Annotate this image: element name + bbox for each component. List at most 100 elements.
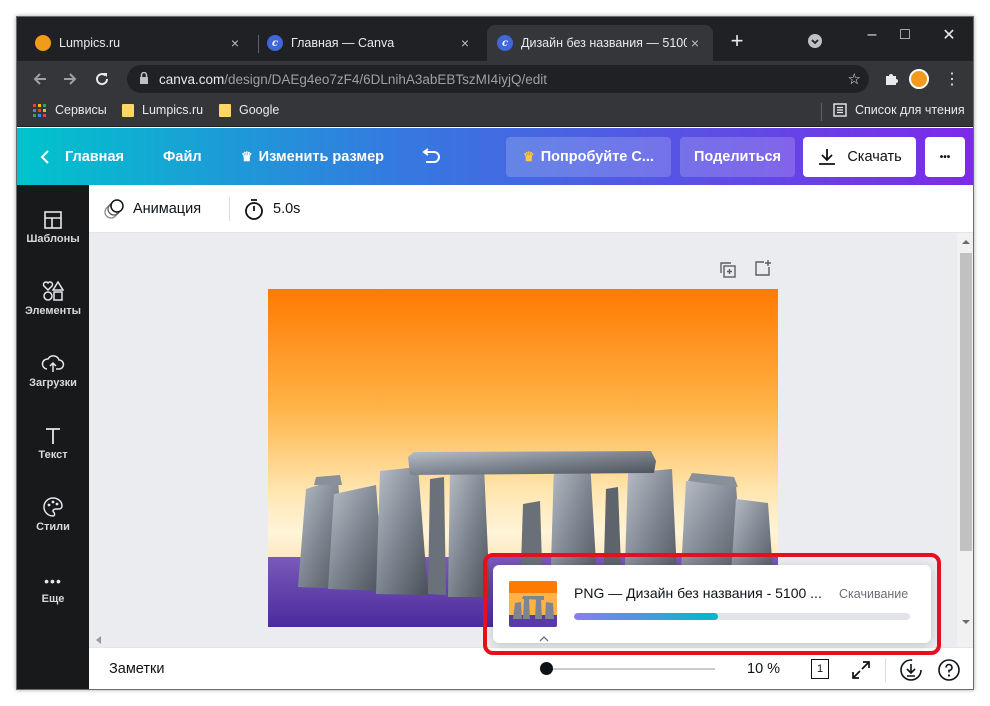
palette-icon [17,489,89,517]
reading-list-label: Список для чтения [855,103,965,117]
extensions-button[interactable] [878,66,904,92]
fullscreen-button[interactable] [851,660,871,684]
reload-button[interactable] [89,66,115,92]
puzzle-icon [886,74,898,85]
kebab-menu-icon: ⋮ [944,71,960,88]
resize-label: Изменить размер [258,148,385,165]
crown-icon: ♛ [523,149,535,164]
templates-icon [17,201,89,229]
notes-button[interactable]: Заметки [109,661,164,677]
back-button[interactable] [27,66,53,92]
scroll-down-icon[interactable] [957,615,974,629]
sidebar-item-elements[interactable]: Элементы [17,273,89,337]
folder-icon [219,103,231,117]
address-bar[interactable]: canva.com/design/DAEg4eo7zF4/6DLnihA3abE… [127,65,869,93]
bookmark-label: Сервисы [55,103,107,117]
profile-avatar[interactable] [906,66,932,92]
try-pro-button[interactable]: ♛ Попробуйте С... [506,137,671,177]
tab-canva-design[interactable]: c Дизайн без названия — 5100 × [487,25,713,61]
share-button[interactable]: Поделиться [680,137,795,177]
lock-icon [139,71,149,87]
download-status-button[interactable] [899,658,923,686]
help-button[interactable] [937,658,961,686]
bookmark-label: Lumpics.ru [142,103,204,117]
home-link[interactable]: Главная [39,128,124,185]
tab-canva-home[interactable]: c Главная — Canva × [257,25,483,61]
text-icon [17,417,89,445]
chevron-left-icon [40,149,49,164]
more-options-button[interactable]: ••• [925,137,965,177]
canva-sidebar: Шаблоны Элементы Загрузки Текст Стили ••… [17,185,89,689]
undo-button[interactable] [420,128,442,185]
canva-header: Главная Файл ♛ Изменить размер ♛ Попробу… [17,128,973,185]
duration-value: 5.0s [273,201,301,217]
zoom-slider-track[interactable] [543,668,715,670]
duration-button[interactable]: 5.0s [243,198,300,220]
tab-strip: Lumpics.ru × c Главная — Canva × c Дизай… [17,17,973,61]
new-tab-button[interactable]: + [722,28,752,53]
add-page-button[interactable] [754,259,772,282]
sidebar-item-styles[interactable]: Стили [17,489,89,553]
try-pro-label: Попробуйте С... [540,149,654,165]
animation-label: Анимация [133,201,202,217]
folder-icon [122,103,134,117]
tab-lumpics[interactable]: Lumpics.ru × [25,25,253,61]
canva-icon: c [267,35,283,51]
zoom-slider-handle[interactable] [540,662,554,675]
sidebar-label: Загрузки [29,377,77,389]
bookmark-lumpics[interactable]: Lumpics.ru [122,103,203,117]
resize-button[interactable]: ♛ Изменить размер [241,128,384,185]
sidebar-label: Текст [38,449,68,461]
animation-button[interactable]: Анимация [103,198,201,220]
sidebar-label: Стили [36,521,70,533]
duplicate-page-button[interactable] [719,261,737,284]
scroll-left-icon[interactable] [93,634,105,646]
scrollbar-thumb[interactable] [960,253,972,551]
canva-icon: c [497,35,513,51]
download-icon [819,149,836,165]
tab-close-icon[interactable]: × [227,35,243,51]
sidebar-item-uploads[interactable]: Загрузки [17,345,89,409]
more-dots-icon: ••• [44,573,62,589]
upload-cloud-icon [17,345,89,373]
reading-list-icon [833,103,847,117]
animation-icon [104,199,124,219]
browser-window: Lumpics.ru × c Главная — Canva × c Дизай… [16,16,974,690]
file-menu[interactable]: Файл [163,128,202,185]
bookmarks-bar: Сервисы Lumpics.ru Google Список для чте… [17,97,973,127]
tab-close-icon[interactable]: × [687,35,703,51]
orange-circle-icon [35,35,51,51]
tab-search-button[interactable] [800,29,830,53]
expand-icon [852,661,870,679]
reading-list-button[interactable]: Список для чтения [833,103,965,117]
sidebar-item-text[interactable]: Текст [17,417,89,481]
zoom-level[interactable]: 10 % [747,661,780,677]
page-count-button[interactable]: 1 [811,659,829,679]
elements-icon [17,273,89,301]
download-button[interactable]: Скачать [803,137,916,177]
add-page-icon [755,260,771,276]
browser-toolbar: canva.com/design/DAEg4eo7zF4/6DLnihA3abE… [17,61,973,97]
url-path: /design/DAEg4eo7zF4/6DLnihA3abEBTszMI4iy… [224,71,547,87]
scroll-up-icon[interactable] [957,235,974,249]
bookmark-star-icon[interactable]: ☆ [848,70,861,88]
vertical-scrollbar[interactable] [957,233,974,647]
url-host: canva.com [159,71,225,87]
bookmark-separator [821,103,822,121]
arrow-left-icon [33,73,46,85]
browser-menu-button[interactable]: ⋮ [939,66,965,92]
forward-button[interactable] [57,66,83,92]
bookmark-services[interactable]: Сервисы [33,103,107,117]
reload-icon [96,73,109,86]
bookmark-google[interactable]: Google [219,103,279,117]
minimize-button[interactable]: – [857,23,887,47]
close-window-button[interactable]: ✕ [934,23,964,47]
apps-grid-icon [33,103,46,117]
tab-title: Lumpics.ru [59,36,121,50]
maximize-button[interactable]: □ [890,23,920,47]
toolbar-divider [229,197,230,221]
bookmark-label: Google [239,103,280,117]
sidebar-item-more[interactable]: ••• Еще [17,561,89,625]
tab-close-icon[interactable]: × [457,35,473,51]
sidebar-item-templates[interactable]: Шаблоны [17,201,89,265]
